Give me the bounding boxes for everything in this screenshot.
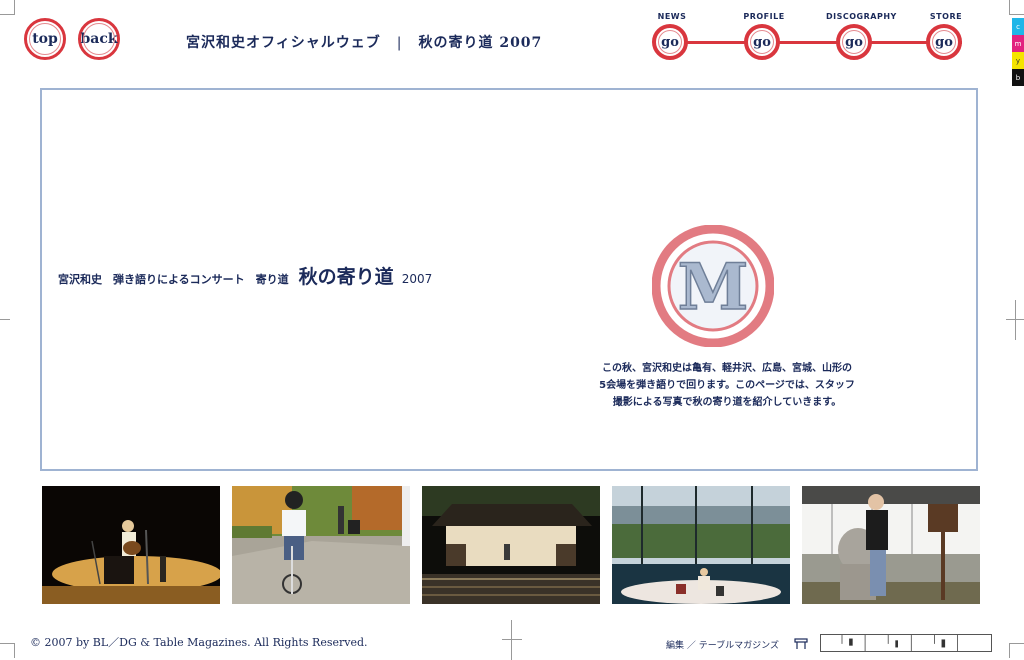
concert-title: 宮沢和史 弾き語りによるコンサート 寄り道 秋の寄り道 2007 (58, 262, 432, 289)
crop-mark-bottom-right (1009, 643, 1024, 658)
page-title: 秋の寄り道 2007 (418, 35, 543, 51)
swatch-cyan: c (1012, 18, 1024, 35)
registration-mark-right (1006, 300, 1024, 340)
swatch-black: b (1012, 69, 1024, 86)
crop-mark-bottom-left (0, 643, 15, 658)
swatch-yellow: y (1012, 52, 1024, 69)
nav-store[interactable]: STORE go (916, 12, 976, 68)
nav-discography[interactable]: DISCOGRAPHY go (826, 12, 897, 68)
photo-stone-statue[interactable] (802, 486, 980, 604)
swatch-magenta: m (1012, 35, 1024, 52)
m-logo-icon: M (652, 225, 774, 347)
logo-letter: M (678, 250, 749, 325)
description-line: この秋、宮沢和史は亀有、軽井沢、広島、宮城、山形の (602, 363, 852, 374)
concert-year: 2007 (401, 272, 433, 286)
nav-store-label: STORE (929, 12, 963, 21)
main-panel: 宮沢和史 弾き語りによるコンサート 寄り道 秋の寄り道 2007 M この秋、宮沢和… (40, 88, 978, 471)
site-title: 宮沢和史オフィシャルウェブ (186, 35, 381, 51)
concert-name: 秋の寄り道 (298, 266, 394, 288)
print-ruler (820, 634, 992, 652)
nav-news-go-button[interactable]: go (652, 24, 688, 60)
top-button[interactable]: top (24, 18, 66, 60)
nav-store-go-button[interactable]: go (926, 24, 962, 60)
nav-discography-label: DISCOGRAPHY (826, 12, 897, 21)
photo-concert-stage-guitar[interactable] (42, 486, 220, 604)
title-separator: | (396, 35, 403, 51)
crop-mark-top-right (1009, 0, 1024, 15)
photo-bicycle-ride[interactable] (232, 486, 410, 604)
table-logo-icon (794, 638, 808, 649)
description-line: 撮影による写真で秋の寄り道を紹介していきます。 (612, 397, 842, 408)
nav-profile-label: PROFILE (743, 12, 785, 21)
nav-discography-go-button[interactable]: go (836, 24, 872, 60)
nav-profile-go-button[interactable]: go (744, 24, 780, 60)
description-line: 5会場を弾き語りで回ります。このページでは、スタッフ (599, 380, 855, 391)
back-button[interactable]: back (78, 18, 120, 60)
nav-news[interactable]: NEWS go (642, 12, 702, 68)
concert-intro: 宮沢和史 弾き語りによるコンサート 寄り道 (58, 273, 289, 286)
nav-profile[interactable]: PROFILE go (734, 12, 794, 68)
crop-mark-top-left (0, 0, 15, 15)
description: この秋、宮沢和史は亀有、軽井沢、広島、宮城、山形の 5会場を弾き語りで回ります。… (562, 360, 892, 411)
editor-credit[interactable]: 編集 ／ テーブルマガジンズ (666, 638, 779, 651)
photo-lakeside-stage[interactable] (612, 486, 790, 604)
header-title: 宮沢和史オフィシャルウェブ | 秋の寄り道 2007 (186, 32, 542, 52)
photo-outdoor-stage-crowd[interactable] (422, 486, 600, 604)
copyright-text: © 2007 by BL／DG & Table Magazines. All R… (30, 636, 368, 649)
color-swatch-strip: c m y b (1012, 18, 1024, 86)
nav-news-label: NEWS (657, 12, 687, 21)
registration-mark-left (0, 300, 10, 340)
registration-mark-bottom (502, 620, 522, 660)
